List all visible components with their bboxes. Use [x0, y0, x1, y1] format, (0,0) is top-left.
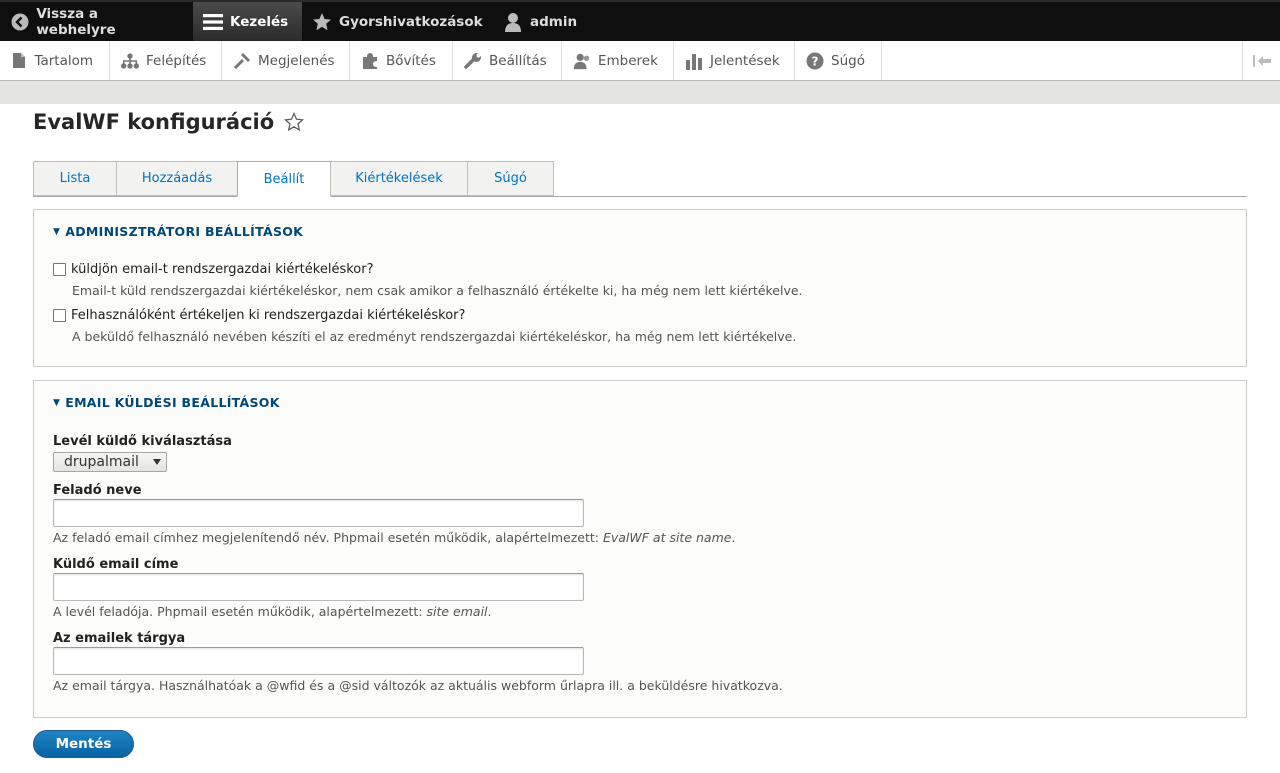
- tab-add[interactable]: Hozzáadás: [116, 161, 238, 196]
- triangle-down-icon: ▼: [53, 397, 61, 408]
- eval-as-user-label[interactable]: Felhasználóként értékeljen ki rendszerga…: [71, 308, 465, 323]
- sender-name-desc-text: Az feladó email címhez megjelenítendő né…: [53, 530, 603, 545]
- eval-as-user-description: A beküldő felhasználó nevében készíti el…: [72, 329, 797, 344]
- sender-email-default: site email: [426, 604, 488, 619]
- star-icon: [312, 12, 332, 32]
- tray-item-label: Bővítés: [386, 52, 436, 69]
- save-button[interactable]: Mentés: [33, 730, 134, 758]
- user-label: admin: [530, 13, 578, 30]
- admin-tray: Tartalom Felépítés Megjelenés Bővítés Be…: [0, 41, 1280, 81]
- tray-item-configuration[interactable]: Beállítás: [453, 41, 562, 80]
- sender-name-default: EvalWF at site name: [602, 530, 732, 545]
- bar-chart-icon: [685, 52, 703, 70]
- email-on-admin-eval-checkbox[interactable]: [53, 263, 66, 276]
- header-strip: [0, 81, 1280, 104]
- sender-name-label: Feladó neve: [53, 483, 142, 498]
- sender-email-input[interactable]: [53, 573, 584, 601]
- admin-settings-fieldset: ▼ ADMINISZTRÁTORI BEÁLLÍTÁSOK küldjön em…: [33, 209, 1247, 367]
- user-icon: [503, 12, 523, 32]
- tray-item-help[interactable]: ? Súgó: [795, 41, 882, 80]
- back-to-site-link[interactable]: Vissza a webhelyre: [0, 2, 193, 41]
- sender-email-desc-text: A levél feladója. Phpmail esetén működik…: [53, 604, 427, 619]
- tray-item-reports[interactable]: Jelentések: [674, 41, 795, 80]
- svg-text:?: ?: [812, 54, 819, 68]
- tray-item-structure[interactable]: Felépítés: [110, 41, 222, 80]
- tray-item-people[interactable]: Emberek: [562, 41, 674, 80]
- manage-tab[interactable]: Kezelés: [193, 2, 302, 41]
- admin-settings-title: ADMINISZTRÁTORI BEÁLLÍTÁSOK: [65, 224, 304, 239]
- admin-settings-legend[interactable]: ▼ ADMINISZTRÁTORI BEÁLLÍTÁSOK: [53, 224, 303, 239]
- sender-email-description: A levél feladója. Phpmail esetén működik…: [53, 604, 492, 619]
- admin-toolbar: Vissza a webhelyre Kezelés Gyorshivatkoz…: [0, 0, 1280, 41]
- subject-input[interactable]: [53, 647, 584, 675]
- eval-as-user-checkbox[interactable]: [53, 309, 66, 322]
- tray-item-appearance[interactable]: Megjelenés: [222, 41, 350, 80]
- tray-item-label: Beállítás: [489, 52, 547, 69]
- hamburger-icon: [203, 12, 223, 32]
- mailer-label: Levél küldő kiválasztása: [53, 434, 232, 449]
- file-icon: [11, 52, 27, 70]
- sitemap-icon: [121, 52, 139, 70]
- tray-item-label: Súgó: [831, 52, 865, 69]
- tray-orientation-toggle[interactable]: [1242, 41, 1280, 80]
- subject-label: Az emailek tárgya: [53, 631, 186, 646]
- tray-item-label: Tartalom: [34, 52, 93, 69]
- email-on-admin-eval-row: küldjön email-t rendszergazdai kiértékel…: [53, 262, 374, 277]
- mailer-select-value: drupalmail: [64, 454, 139, 470]
- eval-as-user-row: Felhasználóként értékeljen ki rendszerga…: [53, 308, 465, 323]
- tray-item-content[interactable]: Tartalom: [0, 41, 110, 80]
- sender-email-label: Küldő email címe: [53, 557, 179, 572]
- wrench-icon: [464, 52, 482, 70]
- page-title-row: EvalWF konfiguráció: [33, 110, 305, 134]
- primary-tabs: Lista Hozzáadás Beállít Kiértékelések Sú…: [33, 161, 1247, 197]
- tray-item-label: Jelentések: [710, 52, 780, 69]
- tab-settings[interactable]: Beállít: [237, 161, 331, 197]
- collapse-left-icon: [1252, 54, 1272, 68]
- email-settings-legend[interactable]: ▼ EMAIL KÜLDÉSI BEÁLLÍTÁSOK: [53, 395, 280, 410]
- tray-item-label: Felépítés: [146, 52, 207, 69]
- puzzle-icon: [361, 52, 379, 70]
- tab-list[interactable]: Lista: [33, 161, 117, 196]
- tray-item-label: Megjelenés: [258, 52, 335, 69]
- manage-label: Kezelés: [230, 13, 289, 30]
- help-icon: ?: [806, 52, 824, 70]
- tab-help[interactable]: Súgó: [467, 161, 554, 196]
- back-to-site-label: Vissza a webhelyre: [36, 5, 116, 38]
- email-on-admin-eval-label[interactable]: küldjön email-t rendszergazdai kiértékel…: [71, 262, 374, 277]
- shortcuts-tab[interactable]: Gyorshivatkozások: [302, 2, 493, 41]
- brush-icon: [233, 52, 251, 70]
- shortcut-star-icon[interactable]: [284, 112, 305, 132]
- email-settings-title: EMAIL KÜLDÉSI BEÁLLÍTÁSOK: [65, 395, 280, 410]
- tray-item-extend[interactable]: Bővítés: [350, 41, 453, 80]
- mailer-select[interactable]: drupalmail: [53, 452, 167, 472]
- email-on-admin-eval-description: Email-t küld rendszergazdai kiértékelésk…: [72, 283, 803, 298]
- subject-description: Az email tárgya. Használhatóak a @wfid é…: [53, 678, 783, 693]
- user-tab[interactable]: admin: [493, 2, 593, 41]
- sender-name-description: Az feladó email címhez megjelenítendő né…: [53, 530, 736, 545]
- email-settings-fieldset: ▼ EMAIL KÜLDÉSI BEÁLLÍTÁSOK Levél küldő …: [33, 380, 1247, 718]
- people-icon: [573, 52, 591, 70]
- chevron-left-circle-icon: [10, 12, 29, 32]
- tray-item-label: Emberek: [598, 52, 658, 69]
- page-title: EvalWF konfiguráció: [33, 110, 275, 134]
- sender-name-input[interactable]: [53, 499, 584, 527]
- tab-evaluations[interactable]: Kiértékelések: [330, 161, 468, 196]
- triangle-down-icon: ▼: [53, 226, 61, 237]
- dropdown-arrow-icon: [153, 459, 161, 465]
- shortcuts-label: Gyorshivatkozások: [339, 13, 483, 30]
